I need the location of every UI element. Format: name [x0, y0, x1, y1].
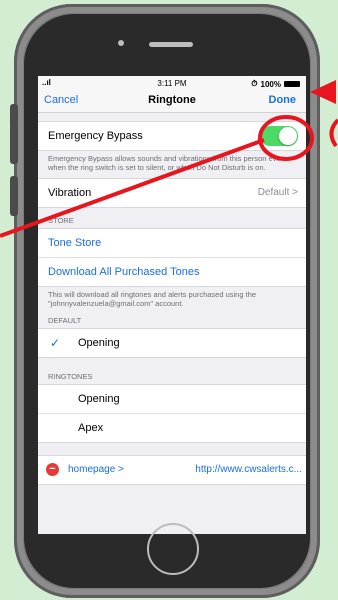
default-item-label: Opening: [78, 337, 120, 349]
url-group: − homepage > http://www.cwsalerts.c...: [38, 455, 306, 485]
ringtone-item-opening[interactable]: Opening: [38, 385, 306, 414]
emergency-bypass-row: Emergency Bypass: [38, 122, 306, 150]
alarm-icon: ⏱: [251, 79, 258, 88]
page-title: Ringtone: [148, 94, 196, 106]
url-value[interactable]: http://www.cwsalerts.c...: [195, 464, 302, 475]
ringtones-header: RINGTONES: [48, 372, 93, 381]
earpiece-speaker: [149, 42, 193, 47]
home-button[interactable]: [147, 523, 199, 575]
homepage-url-row[interactable]: − homepage > http://www.cwsalerts.c...: [38, 456, 306, 484]
store-group: Tone Store Download All Purchased Tones: [38, 228, 306, 287]
front-camera: [118, 40, 124, 46]
default-header: DEFAULT: [48, 316, 82, 325]
tone-store-row[interactable]: Tone Store: [38, 229, 306, 258]
ringtones-group: Opening Apex: [38, 384, 306, 443]
url-label: homepage >: [68, 464, 124, 475]
emergency-bypass-label: Emergency Bypass: [48, 130, 143, 142]
navigation-bar: Cancel Ringtone Done: [38, 90, 306, 113]
emergency-bypass-group: Emergency Bypass: [38, 121, 306, 151]
vibration-value: Default >: [257, 187, 298, 198]
store-header: STORE: [48, 216, 74, 225]
volume-up-button: [10, 124, 18, 164]
minus-circle-icon[interactable]: −: [46, 463, 59, 476]
emergency-bypass-footnote: Emergency Bypass allows sounds and vibra…: [48, 154, 285, 172]
vibration-group: Vibration Default >: [38, 178, 306, 208]
download-all-row[interactable]: Download All Purchased Tones: [38, 258, 306, 286]
emergency-bypass-toggle[interactable]: [260, 126, 298, 146]
default-item-opening[interactable]: ✓ Opening: [38, 329, 306, 357]
volume-down-button: [10, 176, 18, 216]
ringtone-screen: ..ıl 3:11 PM ⏱ 100% Cancel Ringtone Done…: [38, 76, 306, 534]
ringtone-item-apex[interactable]: Apex: [38, 414, 306, 442]
ringtone-item-label: Opening: [78, 393, 120, 405]
default-group: ✓ Opening: [38, 328, 306, 358]
store-footnote: This will download all ringtones and ale…: [48, 290, 257, 308]
toggle-knob: [279, 127, 297, 145]
battery-status: ⏱ 100%: [251, 79, 300, 89]
battery-icon: [284, 81, 300, 87]
vibration-row[interactable]: Vibration Default >: [38, 179, 306, 207]
tone-store-link[interactable]: Tone Store: [48, 237, 101, 249]
annotation-curve: [329, 118, 338, 148]
download-all-link[interactable]: Download All Purchased Tones: [48, 266, 199, 278]
done-button[interactable]: Done: [269, 94, 297, 106]
status-bar: ..ıl 3:11 PM ⏱ 100%: [38, 76, 306, 90]
checkmark-icon: ✓: [50, 336, 61, 350]
vibration-label: Vibration: [48, 187, 92, 199]
battery-percent: 100%: [260, 79, 281, 89]
ringtone-item-label: Apex: [78, 422, 104, 434]
